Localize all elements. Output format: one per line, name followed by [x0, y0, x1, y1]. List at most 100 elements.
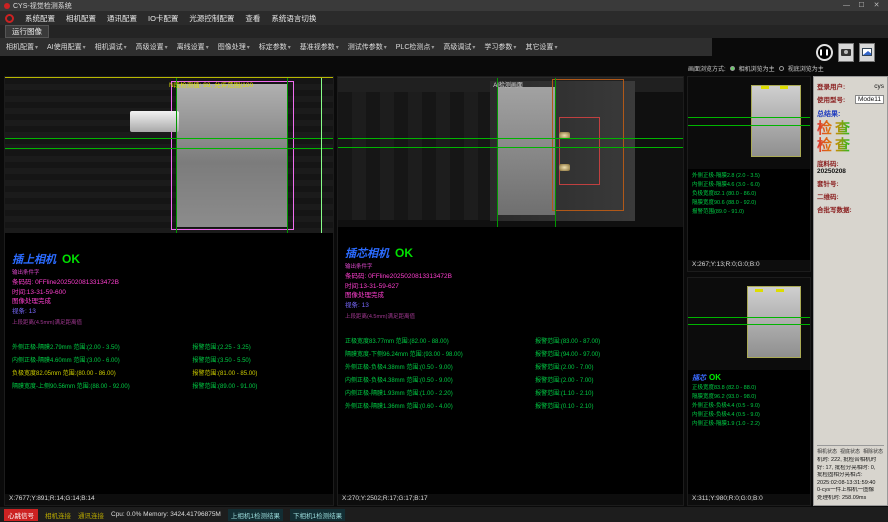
barcode-text: 条码码: 0FFline2025020813313472B	[345, 272, 676, 282]
overlay-marker	[755, 289, 763, 292]
camera-view-button[interactable]	[838, 43, 854, 62]
chevron-down-icon: ▾	[247, 45, 250, 51]
machinery-background	[338, 92, 490, 220]
app-icon	[4, 3, 10, 9]
menu-item-camera-config[interactable]: 相机配置	[66, 13, 96, 24]
toolbar-item-ai-config[interactable]: AI使用配置▾	[47, 42, 86, 52]
stat-line: 2025:02:08-13:31:59:40	[817, 480, 884, 488]
stat-line: 批检固相分亮相占:	[817, 472, 884, 480]
camera-link-status: 相机连接	[45, 509, 71, 521]
chevron-down-icon: ▾	[288, 45, 291, 51]
alarm-range: 报警范围:(2.00 - 7.00)	[535, 375, 676, 388]
maximize-button[interactable]: ☐	[854, 0, 869, 11]
note-text: 上段距离(4.5mm)满足距离值	[12, 318, 326, 326]
menu-item-io-config[interactable]: IO卡配置	[148, 13, 178, 24]
radio-icon[interactable]	[779, 66, 784, 71]
menu-item-light-config[interactable]: 光源控制配置	[189, 13, 234, 24]
toolbar-label: PLC检测点	[396, 44, 431, 51]
measurement-value: 外侧正极-负极4.38mm 范围:(0.50 - 9.00)	[345, 362, 535, 375]
tab-run-image[interactable]: 运行图像	[5, 25, 49, 38]
time-text: 时间:13-31-59-600	[12, 288, 326, 298]
status-bar: 心跳信号 相机连接 通讯连接 Cpu: 0.0% Memory: 3424.41…	[0, 507, 888, 522]
minimize-button[interactable]: —	[839, 0, 854, 11]
process-status-text: 图像处理完成	[12, 297, 326, 307]
camera-view-left: N段检测值: 93, 允许范围(100 插上相机 OK 输出条件字 条码码: 0…	[4, 76, 334, 506]
measure-line-green	[5, 148, 333, 149]
statistics-tabs: 相机状态 视底状态 相除状态	[817, 448, 884, 455]
close-button[interactable]: ✕	[869, 0, 884, 11]
view-mode-option-camera[interactable]: 相机浏览为主	[739, 64, 775, 73]
measurement-line: 报警范围(89.0 - 91.0)	[692, 208, 806, 217]
result-subtitle: 输出条件字	[12, 268, 326, 276]
alarm-range: 报警范围:(2.25 - 3.25)	[192, 342, 326, 355]
toolbar-item-advanced-debug[interactable]: 高级调试▾	[443, 42, 475, 52]
overlay-marker	[780, 86, 788, 89]
tab-row: 运行图像	[0, 25, 888, 38]
pixel-coordinates-aux-top: X:267;Y:13;R:0;G:0;B:0	[688, 260, 810, 271]
stat-line: 好: 17, 批检分亮相时: 0,	[817, 465, 884, 473]
toolbar-item-camera-debug[interactable]: 相机调试▾	[95, 42, 127, 52]
connector-object	[130, 111, 179, 133]
batch-field: 底料码: 20250208	[817, 158, 884, 175]
time-text: 时间:13-31-59-627	[345, 282, 676, 292]
toolbar-label: 离线设置	[177, 44, 205, 51]
overlay-marker	[761, 86, 769, 89]
measurement-row: 正极宽度83.77mm 范围:(82.00 - 88.00)报警范围:(83.0…	[345, 336, 676, 349]
overlay-measurement-text: N段检测值: 93, 允许范围(100	[169, 79, 253, 89]
toolbar-item-offline-settings[interactable]: 离线设置▾	[177, 42, 209, 52]
chevron-down-icon: ▾	[336, 45, 339, 51]
stats-tab-other[interactable]: 相除状态	[863, 448, 883, 455]
measure-line-green	[688, 125, 810, 126]
menu-item-view[interactable]: 查看	[245, 13, 260, 24]
view-mode-option-base[interactable]: 视底浏览为主	[788, 64, 824, 73]
chevron-down-icon: ▾	[472, 45, 475, 51]
statistics-panel: 相机状态 视底状态 相除状态 机时: 222, 批检合相机时 好: 17, 批检…	[817, 445, 884, 502]
write-label: 合批写数据:	[817, 204, 884, 214]
qr-label: 二维码:	[817, 191, 884, 201]
stats-tab-base[interactable]: 视底状态	[840, 448, 860, 455]
measurement-line: 内侧正极-隔膜4.6 (3.0 - 6.0)	[692, 181, 806, 190]
pause-button[interactable]: ❚❚	[816, 44, 833, 61]
stats-tab-camera[interactable]: 相机状态	[817, 448, 837, 455]
menu-item-language[interactable]: 系统语言切换	[271, 13, 316, 24]
toolbar-label: 图像处理	[218, 44, 246, 51]
toolbar-item-advanced-settings[interactable]: 高级设置▾	[136, 42, 168, 52]
image-view-button[interactable]	[859, 43, 875, 62]
edge-line-green	[321, 78, 322, 233]
toolbar-item-camera-config[interactable]: 相机配置▾	[6, 42, 38, 52]
camera-image-aux-top[interactable]	[688, 77, 810, 169]
toolbar-item-plc-points[interactable]: PLC检测点▾	[396, 42, 435, 52]
toolbar-item-image-processing[interactable]: 图像处理▾	[218, 42, 250, 52]
toolbar-item-other-settings[interactable]: 其它设置▾	[525, 42, 557, 52]
toolbar-item-baseline-params[interactable]: 基准视参数▾	[300, 42, 339, 52]
toolbar-item-test-params[interactable]: 测试传参数▾	[348, 42, 387, 52]
toolbar-item-calibration-params[interactable]: 标定参数▾	[259, 42, 291, 52]
measurement-list: 外侧正极-隔膜2.79mm 范围:(2.00 - 3.50)报警范围:(2.25…	[12, 342, 326, 394]
toolbar-label: 高级设置	[136, 44, 164, 51]
alarm-range: 报警范围:(0.10 - 2.10)	[535, 401, 676, 414]
alarm-range: 报警范围:(94.00 - 97.00)	[535, 349, 676, 362]
radio-icon[interactable]	[730, 66, 735, 71]
camera-image-aux-bottom[interactable]	[688, 278, 810, 370]
result-line: 插芯相机 OK	[345, 245, 676, 261]
camera-image-left[interactable]: N段检测值: 93, 允许范围(100	[5, 77, 333, 233]
result-text-left: 插上相机 OK 输出条件字 条码码: 0FFline20250208133134…	[5, 233, 333, 398]
title-bar: CYS-视觉检测系统 — ☐ ✕	[0, 0, 888, 11]
toolbar-item-learning-params[interactable]: 学习参数▾	[484, 42, 516, 52]
camera-image-middle[interactable]: AI检测画面	[338, 77, 683, 227]
menu-item-system-config[interactable]: 系统配置	[25, 13, 55, 24]
measurement-value: 隔膜宽度-上侧90.56mm 范围:(88.00 - 92.00)	[12, 381, 192, 394]
toolbar-label: 相机配置	[6, 44, 34, 51]
chevron-down-icon: ▾	[124, 45, 127, 51]
login-row: 登录用户: cys	[817, 81, 884, 91]
login-value: cys	[874, 83, 884, 90]
menu-item-comm-config[interactable]: 通讯配置	[107, 13, 137, 24]
toolbar-label: 学习参数	[484, 44, 512, 51]
toolbar-label: 基准视参数	[300, 44, 335, 51]
needle-field: 套针号:	[817, 178, 884, 188]
measurement-row: 内侧正极-隔膜4.60mm 范围:(3.00 - 6.00)报警范围:(3.50…	[12, 355, 326, 368]
chevron-down-icon: ▾	[513, 45, 516, 51]
view-mode-selector: 画面浏览方式: 相机浏览为主 视底浏览为主	[688, 64, 814, 73]
measurement-line: 内侧正极-负极4.4 (0.5 - 9.0)	[692, 411, 806, 420]
result-status: OK	[62, 252, 80, 266]
